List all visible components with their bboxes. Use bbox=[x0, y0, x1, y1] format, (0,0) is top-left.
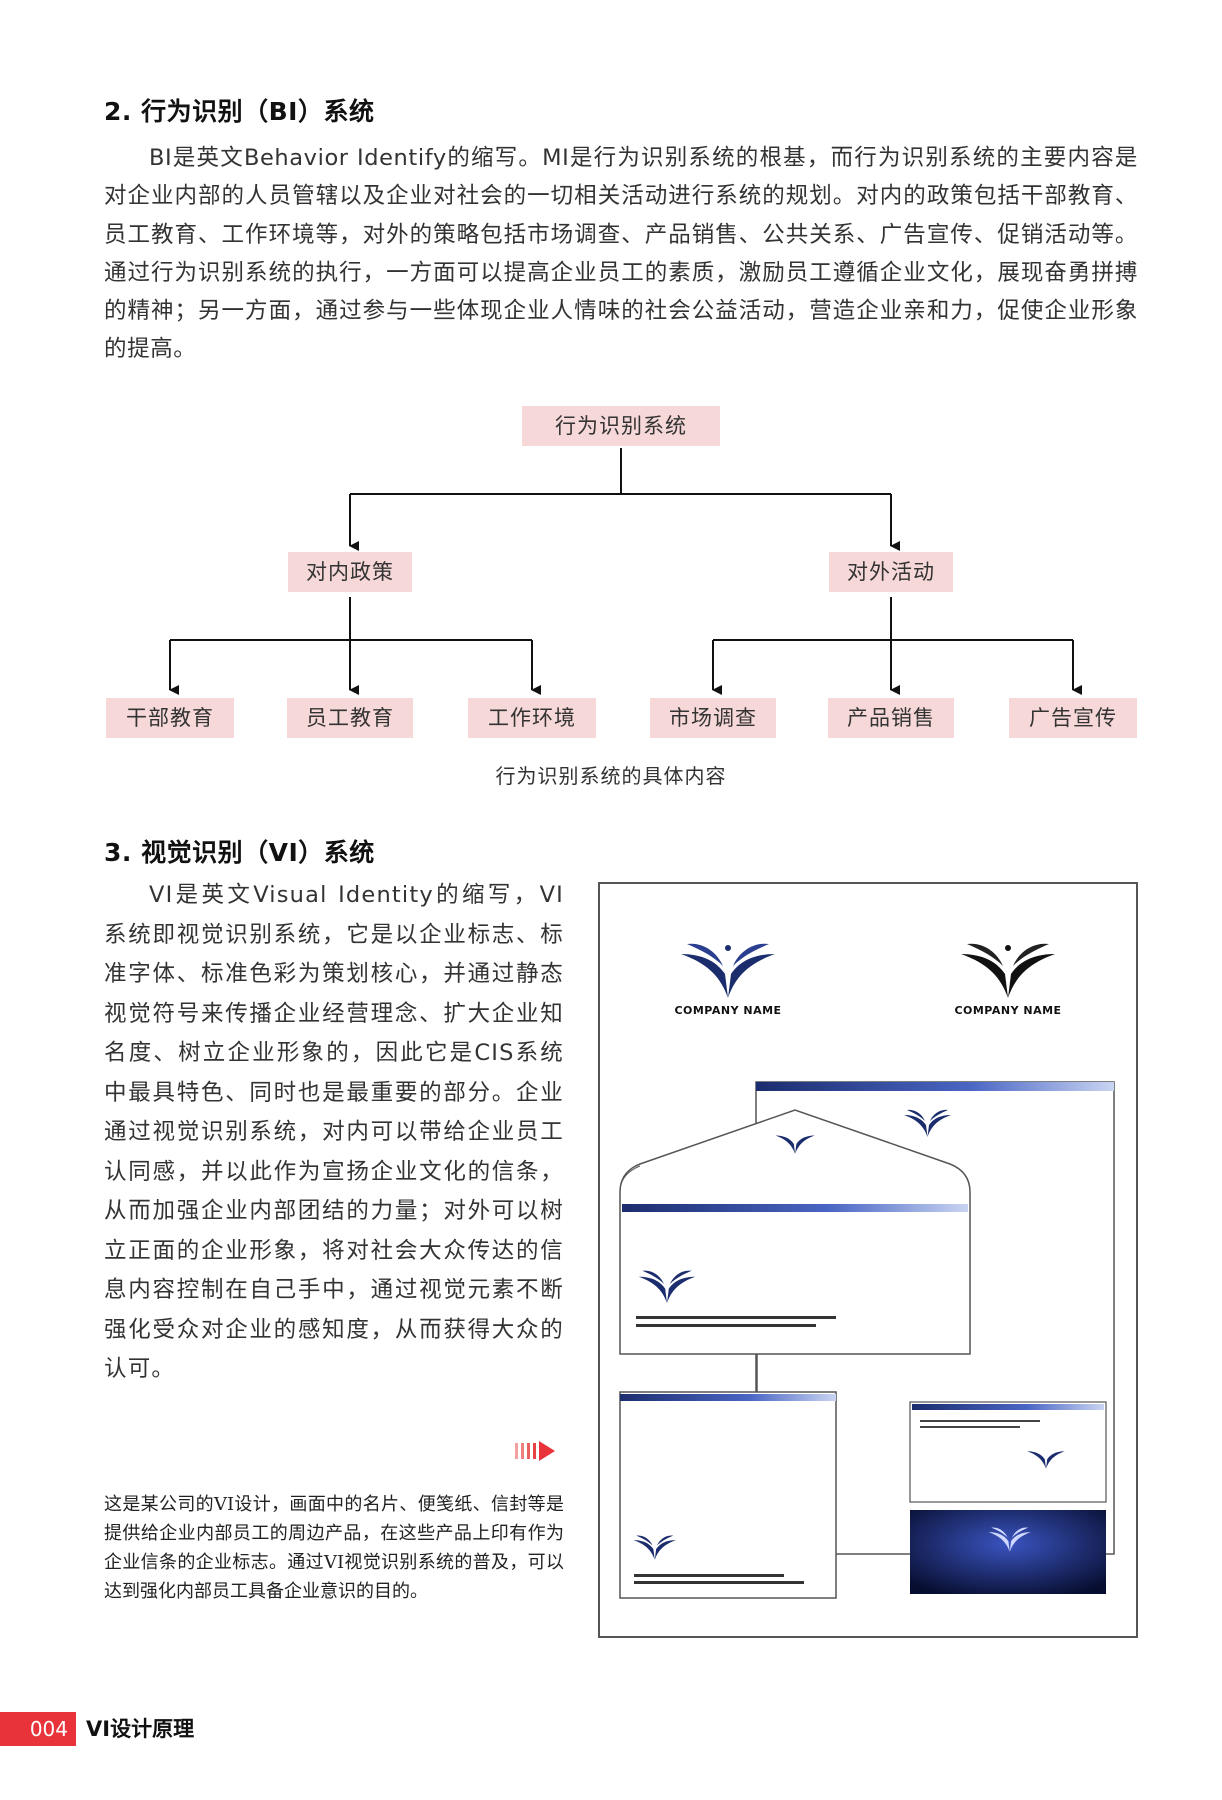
diagram-leaf-node: 工作环境 bbox=[468, 698, 596, 738]
diagram-leaf-node: 广告宣传 bbox=[1009, 698, 1137, 738]
vi-paragraph: VI是英文Visual Identity的缩写，VI系统即视觉识别系统，它是以企… bbox=[104, 882, 564, 1382]
book-title: VI设计原理 bbox=[86, 1717, 195, 1741]
diagram-leaf-node: 干部教育 bbox=[106, 698, 234, 738]
diagram-node-internal: 对内政策 bbox=[288, 552, 412, 592]
continue-arrow-icon bbox=[515, 1441, 555, 1461]
page-number: 004 bbox=[0, 1712, 76, 1746]
diagram-node-external: 对外活动 bbox=[829, 552, 953, 592]
diagram-root-node: 行为识别系统 bbox=[522, 406, 720, 446]
stationery-mockup bbox=[619, 1081, 1115, 1599]
section-heading-vi: 3. 视觉识别（VI）系统 bbox=[104, 838, 375, 867]
diagram-caption: 行为识别系统的具体内容 bbox=[495, 764, 727, 788]
figure-caption: 这是某公司的VI设计，画面中的名片、便笺纸、信封等是提供给企业内部员工的周边产品… bbox=[104, 1494, 564, 1602]
diagram-leaf-node: 员工教育 bbox=[287, 698, 413, 738]
diagram-connectors bbox=[169, 448, 1082, 695]
diagram-leaf-node: 产品销售 bbox=[828, 698, 954, 738]
diagram-leaf-node: 市场调查 bbox=[650, 698, 776, 738]
vi-stationery-figure: COMPANY NAME COMPANY NAME bbox=[598, 882, 1138, 1638]
